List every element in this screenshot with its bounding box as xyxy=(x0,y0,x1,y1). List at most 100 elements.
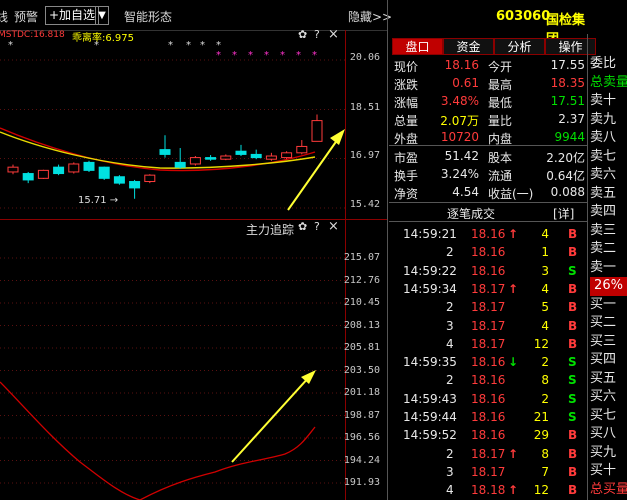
total-sell-label: 总卖量 xyxy=(590,74,627,90)
smart-pattern-button[interactable]: 智能形态 xyxy=(124,8,172,25)
candlestick xyxy=(250,149,262,160)
candlestick xyxy=(113,175,125,185)
trade-side: B xyxy=(568,464,578,479)
sell-level-label: 卖三 xyxy=(590,222,617,238)
trade-side: S xyxy=(568,263,577,278)
order-book-side: 委比 总卖量 卖十 卖九 卖八 卖七 卖六 卖五 卖四 卖三 卖二 卖一 26% 买一 买二 买三 买四 买五 买六… xyxy=(590,55,627,499)
sell-level-label: 卖九 xyxy=(590,111,617,127)
side-divider xyxy=(587,34,588,500)
trade-row: 14:59:22 18.16 3 S xyxy=(389,262,587,280)
main-force-tracking-chart[interactable] xyxy=(0,222,345,500)
price-y-tick: 18.51 xyxy=(349,102,380,113)
sell-level-label: 卖七 xyxy=(590,148,617,164)
trade-time: 3 xyxy=(446,318,454,333)
trade-time: 2 xyxy=(446,373,454,388)
indicator-y-tick: 196.56 xyxy=(343,432,380,443)
trade-price: 18.17 xyxy=(471,336,506,351)
trade-row: 4 18.18 ↑ 12 B xyxy=(389,481,587,499)
quote-label: 最低 xyxy=(488,96,513,110)
trade-row: 14:59:43 18.16 2 S xyxy=(389,390,587,408)
trade-volume: 2 xyxy=(541,391,549,406)
trade-row: 2 18.17 5 B xyxy=(389,298,587,316)
signal-star-icon: * xyxy=(296,50,301,61)
tab-order-book[interactable]: 盘口 xyxy=(392,38,443,55)
trade-direction-icon: ↓ xyxy=(508,355,519,370)
trade-side: B xyxy=(568,245,578,260)
quote-label: 涨幅 xyxy=(394,96,419,110)
quote-value: 18.35 xyxy=(550,76,585,90)
indicator-chart-pane[interactable]: 主力追踪 ✿ ? × 215.07 212.76 210.45 208.13 205.8… xyxy=(0,219,388,500)
quote-label: 股本 xyxy=(488,151,513,165)
candlestick xyxy=(144,174,156,184)
trades-detail-link[interactable]: [详] xyxy=(553,205,574,222)
quote-panel: 603060 国检集团 盘口 资金 分析 操作 现价 18.16 今开 17.55 涨跌… xyxy=(389,0,627,500)
trade-price: 18.16 xyxy=(471,227,506,241)
signal-star-icon: * xyxy=(312,50,317,61)
sell-level-label: 卖二 xyxy=(590,241,617,256)
tab-operation[interactable]: 操作 xyxy=(545,38,596,55)
toolbar-cut-item[interactable]: 线 xyxy=(0,8,8,25)
trades-title: 逐笔成交 xyxy=(447,207,496,221)
quote-label: 涨跌 xyxy=(394,78,419,92)
trade-price: 18.16 xyxy=(471,263,506,278)
buy-level-label: 买五 xyxy=(590,370,617,386)
trade-time: 2 xyxy=(446,446,454,461)
trade-side: B xyxy=(568,300,578,315)
candlestick xyxy=(68,162,80,174)
buy-level-label: 买八 xyxy=(590,426,617,441)
quote-value: 0.64亿 xyxy=(546,169,585,183)
quote-label: 市盈 xyxy=(394,151,419,165)
quote-value: 0.61 xyxy=(452,76,479,90)
trade-volume: 4 xyxy=(541,281,549,296)
candlestick xyxy=(311,114,323,142)
trade-volume: 29 xyxy=(533,428,549,443)
quote-value: 17.51 xyxy=(550,94,585,108)
quote-label: 今开 xyxy=(488,60,513,74)
trade-time: 14:59:34 xyxy=(403,281,457,296)
trade-volume: 2 xyxy=(541,355,549,370)
quote-value: 3.24% xyxy=(440,167,479,181)
quote-label: 流通 xyxy=(488,169,513,183)
candlestick-chart[interactable]: * * * * * ** * * * * * *15.71 → xyxy=(0,30,345,218)
quote-row: 净资 4.54 收益(一) 0.088 xyxy=(392,183,587,201)
sell-level-label: 卖六 xyxy=(590,167,617,182)
alert-button[interactable]: 预警 xyxy=(14,8,38,25)
trade-row: 14:59:21 18.16 ↑ 4 B xyxy=(389,225,587,243)
quote-label: 净资 xyxy=(394,187,419,201)
price-chart-pane[interactable]: MSTDC:16.818 乖离率:6.975 ✿ ? × * * * * * * * * * * *… xyxy=(0,27,388,218)
quote-value: 51.42 xyxy=(444,149,479,163)
indicator-y-tick: 208.13 xyxy=(343,319,380,331)
quote-label: 总量 xyxy=(394,114,419,128)
add-favorite-button[interactable]: +加自选 xyxy=(45,6,100,25)
trade-price: 18.16 xyxy=(471,410,506,424)
low-price-label: 15.71 → xyxy=(78,195,118,206)
trade-side: B xyxy=(568,318,578,333)
trade-side: B xyxy=(568,483,578,498)
candlestick xyxy=(159,135,171,158)
candlestick xyxy=(235,144,247,157)
order-ratio-label: 委比 xyxy=(590,56,617,71)
signal-star-icon: * xyxy=(280,50,285,61)
trade-volume: 8 xyxy=(541,446,549,461)
trade-time: 14:59:22 xyxy=(403,263,457,278)
quote-value: 3.48% xyxy=(440,94,479,108)
total-buy-label: 总买量 xyxy=(590,481,627,497)
candlestick xyxy=(296,140,308,155)
tab-analysis[interactable]: 分析 xyxy=(494,38,545,55)
hide-panel-button[interactable]: 隐藏>> xyxy=(348,8,392,25)
trade-price: 18.17 xyxy=(471,446,506,461)
trade-volume: 3 xyxy=(541,263,549,278)
trade-volume: 4 xyxy=(541,227,549,241)
trade-row: 4 18.17 12 B xyxy=(389,335,587,353)
sell-level-label: 卖一 xyxy=(590,259,617,275)
favorite-dropdown-button[interactable]: ▼ xyxy=(95,6,109,25)
trade-side: S xyxy=(568,410,577,424)
main-force-line xyxy=(0,381,316,500)
trade-direction-icon: ↑ xyxy=(508,483,519,498)
candlestick xyxy=(205,155,217,161)
trade-row: 14:59:35 18.16 ↓ 2 S xyxy=(389,353,587,371)
price-y-tick: 16.97 xyxy=(349,150,380,161)
trade-row: 14:59:52 18.16 29 B xyxy=(389,426,587,444)
panel-tabs: 盘口 资金 分析 操作 xyxy=(392,38,596,55)
tab-capital[interactable]: 资金 xyxy=(443,38,494,55)
